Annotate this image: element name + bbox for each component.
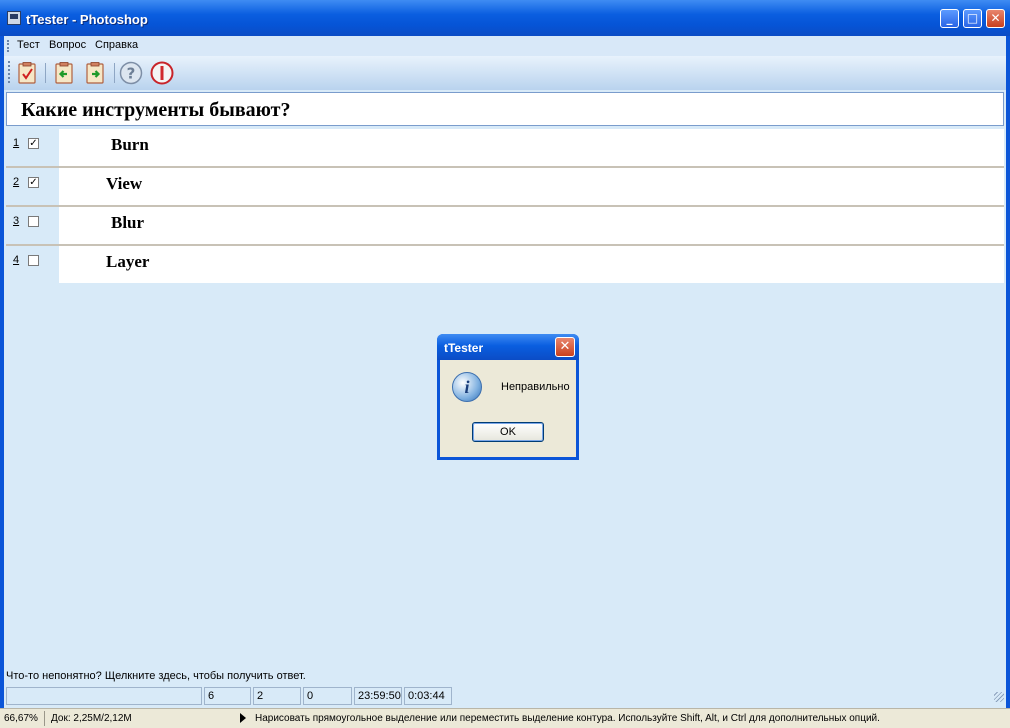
play-icon[interactable] (240, 713, 246, 723)
answer-text: Burn (111, 135, 149, 154)
status-answered: 2 (253, 687, 301, 705)
answer-text-cell[interactable]: Layer (59, 246, 1004, 283)
status-total-questions: 6 (204, 687, 251, 705)
answer-number[interactable]: 1 (13, 137, 19, 149)
answer-checkbox[interactable] (28, 216, 39, 227)
toolbar-grip (8, 61, 12, 83)
answer-number[interactable]: 3 (13, 215, 19, 227)
client-area: Тест Вопрос Справка ? Какие инструменты … (4, 36, 1006, 708)
photoshop-status-bar: 66,67% Док: 2,25M/2,12M Нарисовать прямо… (0, 708, 1010, 728)
minimize-button[interactable]: _ (940, 9, 959, 28)
dialog-close-button[interactable]: ✕ (555, 337, 575, 357)
answer-text-cell[interactable]: Blur (59, 207, 1004, 244)
menu-grip (7, 40, 11, 52)
maximize-button[interactable]: □ (963, 9, 982, 28)
message-dialog: tTester ✕ i Неправильно OK (437, 334, 579, 460)
answer-row[interactable]: 1 ✓ Burn (6, 129, 1004, 168)
forward-icon[interactable] (83, 61, 107, 85)
menu-test[interactable]: Тест (17, 39, 40, 51)
answer-row[interactable]: 3 Blur (6, 207, 1004, 246)
help-icon[interactable]: ? (119, 61, 143, 85)
answer-text: View (106, 174, 143, 193)
menu-help[interactable]: Справка (95, 39, 138, 51)
answer-checkbox[interactable]: ✓ (28, 177, 39, 188)
answer-list: 1 ✓ Burn 2 ✓ View 3 Blur 4 Layer (6, 129, 1004, 283)
answer-row[interactable]: 4 Layer (6, 246, 1004, 283)
question-text: Какие инструменты бывают? (21, 99, 291, 121)
svg-text:?: ? (127, 65, 136, 83)
app-icon (7, 11, 21, 25)
answer-number[interactable]: 4 (13, 254, 19, 266)
ok-button[interactable]: OK (472, 422, 544, 442)
answer-checkbox[interactable]: ✓ (28, 138, 39, 149)
app-window: tTester - Photoshop _ □ ✕ Тест Вопрос Сп… (0, 0, 1010, 708)
dialog-body: i Неправильно OK (440, 360, 576, 457)
zoom-level[interactable]: 66,67% (4, 711, 45, 726)
answer-text: Blur (111, 213, 145, 232)
status-correct: 0 (303, 687, 352, 705)
help-hint-link[interactable]: Что-то непонятно? Щелкните здесь, чтобы … (6, 670, 306, 682)
status-bar: 6 2 0 23:59:50 0:03:44 (4, 686, 1006, 706)
checklist-icon[interactable] (15, 61, 39, 85)
toolbar: ? (4, 56, 1006, 90)
toolbar-separator (45, 63, 46, 83)
answer-text-cell[interactable]: Burn (59, 129, 1004, 166)
stop-icon[interactable] (150, 61, 174, 85)
answer-checkbox[interactable] (28, 255, 39, 266)
dialog-title-bar[interactable]: tTester ✕ (437, 334, 579, 360)
answer-text-cell[interactable]: View (59, 168, 1004, 205)
document-size: Док: 2,25M/2,12M (51, 713, 132, 724)
tool-hint: Нарисовать прямоугольное выделение или п… (255, 713, 880, 724)
menu-question[interactable]: Вопрос (49, 39, 86, 51)
back-icon[interactable] (52, 61, 76, 85)
title-bar[interactable]: tTester - Photoshop _ □ ✕ (0, 0, 1010, 36)
info-icon: i (452, 372, 482, 402)
answer-row[interactable]: 2 ✓ View (6, 168, 1004, 207)
dialog-title: tTester (444, 341, 484, 355)
question-header: Какие инструменты бывают? (6, 92, 1004, 126)
close-button[interactable]: ✕ (986, 9, 1005, 28)
dialog-message: Неправильно (501, 381, 570, 393)
status-cell (6, 687, 202, 705)
toolbar-separator (114, 63, 115, 83)
status-time-left: 23:59:50 (354, 687, 402, 705)
window-title: tTester - Photoshop (26, 12, 148, 27)
answer-number[interactable]: 2 (13, 176, 19, 188)
status-time-elapsed: 0:03:44 (404, 687, 452, 705)
resize-grip-icon[interactable] (994, 692, 1004, 702)
menu-bar: Тест Вопрос Справка (4, 36, 1006, 56)
answer-text: Layer (106, 252, 150, 271)
